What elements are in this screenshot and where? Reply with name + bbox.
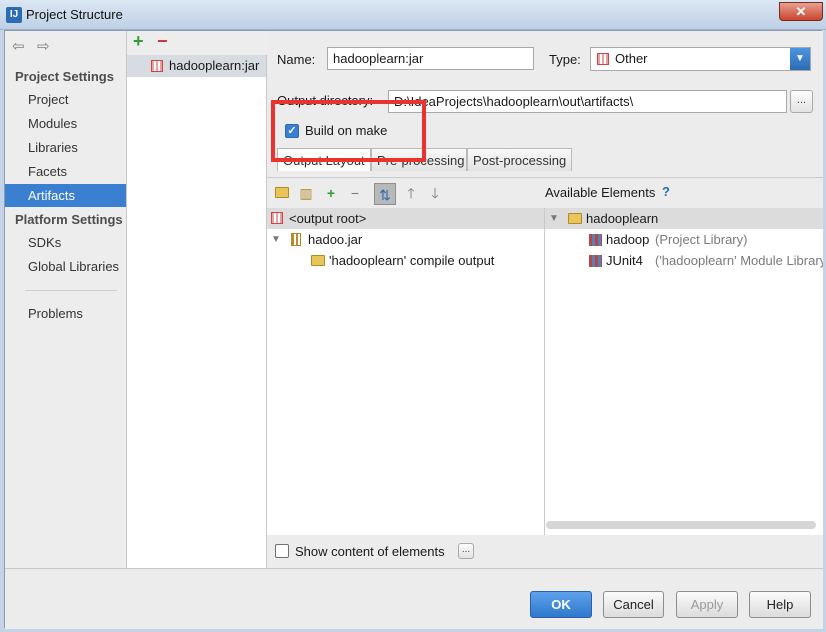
nav-divider bbox=[25, 290, 117, 291]
new-folder-icon[interactable] bbox=[274, 185, 290, 201]
type-label: Type: bbox=[549, 52, 581, 67]
artifact-item[interactable]: hadooplearn:jar bbox=[127, 55, 266, 77]
remove-element-icon[interactable]: − bbox=[347, 185, 363, 201]
tree-row-hadoo-jar[interactable]: ▼ hadoo.jar bbox=[267, 229, 544, 250]
jar-archive-icon bbox=[291, 233, 301, 246]
tree-row-label: JUnit4 bbox=[606, 253, 643, 268]
tree-row-junit4-library[interactable]: JUnit4 ('hadooplearn' Module Library) bbox=[545, 250, 823, 271]
close-window-button[interactable]: ✕ bbox=[779, 2, 823, 21]
tree-row-suffix: (Project Library) bbox=[655, 232, 748, 247]
remove-artifact-icon[interactable]: − bbox=[157, 31, 168, 52]
dialog-footer: OK Cancel Apply Help bbox=[5, 568, 823, 629]
window-title: Project Structure bbox=[26, 7, 123, 22]
artifact-item-label: hadooplearn:jar bbox=[169, 58, 260, 73]
nav-item-project[interactable]: Project bbox=[5, 88, 126, 111]
forward-arrow-icon[interactable]: ⇨ bbox=[37, 37, 50, 55]
layout-toolbar: ▥ + − ⇅ 🡑 🡓 bbox=[267, 178, 545, 208]
show-content-options-button[interactable]: ... bbox=[458, 543, 474, 559]
help-button[interactable]: Help bbox=[749, 591, 811, 618]
platform-settings-header: Platform Settings bbox=[15, 212, 123, 227]
name-label: Name: bbox=[277, 52, 316, 67]
jar-artifact-icon bbox=[151, 60, 163, 72]
help-question-icon[interactable]: ? bbox=[662, 184, 670, 199]
show-content-label[interactable]: Show content of elements bbox=[295, 544, 445, 559]
output-layout-area: ▥ + − ⇅ 🡑 🡓 <output root> ▼ hadoo.jar 'h… bbox=[267, 177, 823, 535]
tree-row-label: 'hadooplearn' compile output bbox=[329, 253, 495, 268]
settings-nav: ⇦ ⇨ Project Settings Project Modules Lib… bbox=[5, 31, 127, 568]
project-settings-header: Project Settings bbox=[15, 69, 114, 84]
nav-item-artifacts[interactable]: Artifacts bbox=[5, 184, 126, 207]
tree-row-suffix: ('hadooplearn' Module Library) bbox=[655, 253, 823, 268]
expand-triangle-icon[interactable]: ▼ bbox=[549, 208, 559, 229]
name-field[interactable]: hadooplearn:jar bbox=[327, 47, 534, 70]
sort-elements-icon[interactable]: ⇅ bbox=[374, 183, 396, 205]
type-dropdown-value: Other bbox=[615, 51, 648, 66]
dialog-body: ⇦ ⇨ Project Settings Project Modules Lib… bbox=[4, 30, 823, 629]
artifact-list-toolbar: + − bbox=[127, 31, 267, 55]
move-up-icon[interactable]: 🡑 bbox=[403, 185, 419, 201]
intellij-app-icon: IJ bbox=[6, 7, 22, 23]
tree-row-hadoop-library[interactable]: hadoop (Project Library) bbox=[545, 229, 823, 250]
module-folder-icon bbox=[568, 213, 582, 224]
output-layout-tree: <output root> ▼ hadoo.jar 'hadooplearn' … bbox=[267, 208, 545, 535]
show-content-checkbox[interactable] bbox=[275, 544, 289, 558]
browse-output-button[interactable]: ... bbox=[790, 90, 813, 113]
tree-row-label: hadoop bbox=[606, 232, 650, 247]
tree-row-label: hadoo.jar bbox=[308, 232, 363, 247]
nav-item-problems[interactable]: Problems bbox=[5, 302, 126, 325]
available-elements-tree: ▼ hadooplearn hadoop (Project Library) J… bbox=[545, 208, 823, 535]
nav-item-libraries[interactable]: Libraries bbox=[5, 136, 126, 159]
expand-triangle-icon[interactable]: ▼ bbox=[271, 229, 281, 250]
type-dropdown[interactable]: Other ▼ bbox=[590, 47, 811, 71]
output-root-icon bbox=[271, 212, 283, 224]
title-bar: IJ Project Structure ✕ bbox=[0, 0, 826, 30]
library-icon bbox=[589, 234, 602, 246]
move-down-icon[interactable]: 🡓 bbox=[427, 185, 443, 201]
artifact-list-panel: + − hadooplearn:jar bbox=[127, 31, 267, 568]
tab-post-processing[interactable]: Post-processing bbox=[467, 148, 572, 171]
tree-row-label: <output root> bbox=[289, 211, 367, 226]
available-elements-title: Available Elements bbox=[545, 185, 656, 200]
add-artifact-icon[interactable]: + bbox=[133, 31, 144, 52]
chevron-down-icon[interactable]: ▼ bbox=[790, 48, 810, 70]
highlight-annotation bbox=[271, 100, 426, 162]
back-arrow-icon[interactable]: ⇦ bbox=[12, 37, 25, 55]
nav-item-global-libraries[interactable]: Global Libraries bbox=[5, 255, 126, 278]
nav-item-facets[interactable]: Facets bbox=[5, 160, 126, 183]
horizontal-scrollbar[interactable] bbox=[546, 521, 816, 529]
add-element-icon[interactable]: + bbox=[323, 185, 339, 201]
tree-row-hadooplearn-module[interactable]: ▼ hadooplearn bbox=[545, 208, 823, 229]
tree-row-label: hadooplearn bbox=[586, 211, 659, 226]
module-output-folder-icon bbox=[311, 255, 325, 266]
output-directory-field[interactable]: D:\IdeaProjects\hadooplearn\out\artifact… bbox=[388, 90, 787, 113]
cancel-button[interactable]: Cancel bbox=[603, 591, 664, 618]
apply-button[interactable]: Apply bbox=[676, 591, 738, 618]
nav-item-modules[interactable]: Modules bbox=[5, 112, 126, 135]
ok-button[interactable]: OK bbox=[530, 591, 592, 618]
tree-row-compile-output[interactable]: 'hadooplearn' compile output bbox=[267, 250, 544, 271]
available-elements-header: Available Elements ? bbox=[545, 178, 823, 208]
nav-item-sdks[interactable]: SDKs bbox=[5, 231, 126, 254]
library-icon bbox=[589, 255, 602, 267]
archive-icon[interactable]: ▥ bbox=[298, 185, 314, 201]
type-other-icon bbox=[597, 53, 609, 65]
tree-row-output-root[interactable]: <output root> bbox=[267, 208, 544, 229]
